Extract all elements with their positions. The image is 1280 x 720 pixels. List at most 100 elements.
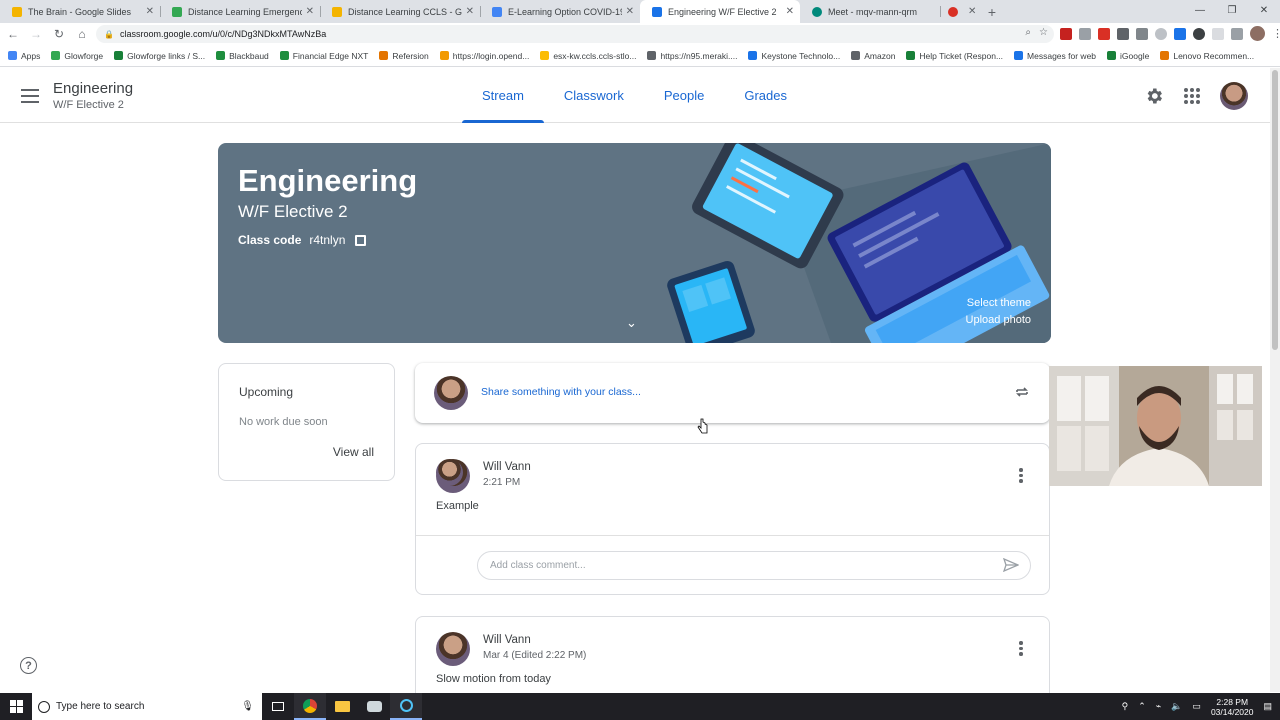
extension-icon[interactable] xyxy=(1079,27,1091,40)
share-placeholder[interactable]: Share something with your class... xyxy=(481,386,641,398)
extension-icon[interactable] xyxy=(1193,27,1205,40)
extension-icon[interactable] xyxy=(1231,27,1243,40)
tray-chevron-up-icon[interactable]: ⌃ xyxy=(1138,701,1146,712)
bookmark-item[interactable]: Refersion xyxy=(379,51,429,61)
chrome-taskbar-icon[interactable] xyxy=(294,693,326,720)
bookmark-item[interactable]: iGoogle xyxy=(1107,51,1149,61)
task-view-icon[interactable] xyxy=(262,693,294,720)
reload-icon[interactable]: ↻ xyxy=(49,24,69,44)
bookmark-item[interactable]: https://n95.meraki.... xyxy=(647,51,737,61)
share-box[interactable]: Share something with your class... xyxy=(415,363,1050,423)
forward-icon[interactable]: → xyxy=(26,24,46,44)
address-bar[interactable]: 🔒 classroom.google.com/u/0/c/NDg3NDkxMTA… xyxy=(96,25,1054,43)
taskbar-search[interactable]: Type here to search 🎙 xyxy=(32,693,262,720)
bookmark-item[interactable]: Financial Edge NXT xyxy=(279,51,368,61)
tab-grades[interactable]: Grades xyxy=(724,68,807,123)
bookmark-item[interactable]: https://login.opend... xyxy=(439,51,529,61)
send-icon[interactable] xyxy=(1003,558,1019,572)
bookmark-label: Lenovo Recommen... xyxy=(1173,50,1255,61)
minimize-icon[interactable]: — xyxy=(1184,0,1216,20)
back-icon[interactable]: ← xyxy=(3,24,23,44)
extension-icon[interactable] xyxy=(1060,27,1072,40)
browser-tab[interactable]: The Brain - Google Slides ✕ xyxy=(0,0,160,23)
home-icon[interactable]: ⌂ xyxy=(72,24,92,44)
zoom-icon[interactable]: ⌕ xyxy=(1025,27,1031,38)
profile-avatar[interactable] xyxy=(1250,26,1265,41)
close-tab-icon[interactable]: ✕ xyxy=(146,6,154,17)
browser-tab[interactable]: Meet - mqv-mann-qrm xyxy=(800,0,940,23)
network-icon[interactable]: ⌁ xyxy=(1156,701,1161,712)
header-actions xyxy=(1144,82,1248,110)
taskbar-clock[interactable]: 2:28 PM 03/14/2020 xyxy=(1211,697,1254,717)
tab-stream[interactable]: Stream xyxy=(462,68,544,123)
notifications-icon[interactable]: ▤ xyxy=(1263,701,1272,712)
select-theme-link[interactable]: Select theme xyxy=(967,297,1031,309)
bookmark-item[interactable]: Glowforge xyxy=(51,51,103,61)
repost-icon[interactable] xyxy=(1014,384,1030,400)
tab-people[interactable]: People xyxy=(644,68,724,123)
close-tab-icon[interactable]: ✕ xyxy=(968,6,976,17)
browser-tab[interactable]: Distance Learning Emergency - G ✕ xyxy=(160,0,320,23)
banner-illustration xyxy=(667,143,1051,343)
tab-classwork[interactable]: Classwork xyxy=(544,68,644,123)
post-author: Will Vann xyxy=(483,634,531,646)
cortana-taskbar-icon[interactable] xyxy=(390,693,422,720)
extension-icon[interactable] xyxy=(1136,27,1148,40)
browser-tab-active[interactable]: Engineering W/F Elective 2 ✕ xyxy=(640,0,800,23)
bookmark-item[interactable]: Help Ticket (Respon... xyxy=(906,51,1003,61)
volume-icon[interactable]: 🔈 xyxy=(1171,701,1182,712)
microphone-icon[interactable]: 🎙 xyxy=(241,701,254,712)
bookmark-item[interactable]: Apps xyxy=(8,51,40,61)
bookmark-star-icon[interactable]: ☆ xyxy=(1039,27,1048,38)
meet-icon xyxy=(812,6,822,17)
settings-gear-icon[interactable] xyxy=(1144,86,1164,106)
restore-icon[interactable]: ❐ xyxy=(1216,0,1248,20)
upload-photo-link[interactable]: Upload photo xyxy=(966,314,1031,326)
tab-title: Distance Learning Emergency - G xyxy=(188,6,302,17)
bookmark-item[interactable]: Blackbaud xyxy=(216,51,269,61)
user-avatar xyxy=(434,376,468,410)
close-window-icon[interactable]: ✕ xyxy=(1248,0,1280,20)
people-icon[interactable]: ⚲ xyxy=(1122,701,1129,712)
bookmark-item[interactable]: Keystone Technolo... xyxy=(748,51,840,61)
close-tab-icon[interactable]: ✕ xyxy=(306,6,314,17)
new-tab-button[interactable]: + xyxy=(980,0,1004,23)
close-tab-icon[interactable]: ✕ xyxy=(786,6,794,17)
view-all-link[interactable]: View all xyxy=(333,445,374,459)
battery-icon[interactable]: ▭ xyxy=(1192,701,1201,712)
browser-tab[interactable]: Distance Learning CCLS - Google ✕ xyxy=(320,0,480,23)
help-icon[interactable]: ? xyxy=(20,657,37,674)
close-tab-icon[interactable]: ✕ xyxy=(466,6,474,17)
class-banner: Engineering W/F Elective 2 Class code r4… xyxy=(218,143,1051,343)
extension-icon[interactable] xyxy=(1117,27,1129,40)
post-menu-icon[interactable] xyxy=(1019,641,1023,656)
chevron-down-icon[interactable]: ⌄ xyxy=(626,315,637,331)
menu-dots-icon[interactable]: ⋮ xyxy=(1272,27,1280,40)
class-comment-input[interactable] xyxy=(477,551,1031,580)
fullscreen-icon[interactable] xyxy=(355,234,367,246)
scrollbar-thumb[interactable] xyxy=(1272,70,1278,350)
class-title[interactable]: Engineering xyxy=(53,80,133,97)
account-avatar[interactable] xyxy=(1220,82,1248,110)
bookmark-item[interactable]: Messages for web xyxy=(1014,51,1096,61)
extension-icon[interactable] xyxy=(1174,27,1186,40)
close-tab-icon[interactable]: ✕ xyxy=(626,6,634,17)
extension-icon[interactable] xyxy=(1098,27,1110,40)
bookmark-item[interactable]: esx-kw.ccls.ccls-stlo... xyxy=(540,51,636,61)
browser-tab[interactable]: ✕ xyxy=(940,0,980,23)
bookmark-item[interactable]: Amazon xyxy=(851,51,895,61)
main-menu-icon[interactable] xyxy=(18,84,42,108)
windows-taskbar: Type here to search 🎙 ⚲ ⌃ ⌁ 🔈 ▭ 2:28 PM … xyxy=(0,693,1280,720)
file-explorer-icon[interactable] xyxy=(326,693,358,720)
bookmark-favicon-icon xyxy=(379,51,389,60)
extension-icon[interactable] xyxy=(1212,27,1224,40)
app-taskbar-icon[interactable] xyxy=(358,693,390,720)
browser-tab[interactable]: E-Learning Option COVID-19 - G ✕ xyxy=(480,0,640,23)
page-scrollbar[interactable] xyxy=(1270,68,1280,692)
post-menu-icon[interactable] xyxy=(1019,468,1023,483)
windows-start-icon[interactable] xyxy=(0,693,32,720)
extension-icon[interactable] xyxy=(1155,27,1167,40)
google-apps-icon[interactable] xyxy=(1184,88,1200,104)
bookmark-item[interactable]: Lenovo Recommen... xyxy=(1160,51,1254,61)
bookmark-item[interactable]: Glowforge links / S... xyxy=(114,51,205,61)
